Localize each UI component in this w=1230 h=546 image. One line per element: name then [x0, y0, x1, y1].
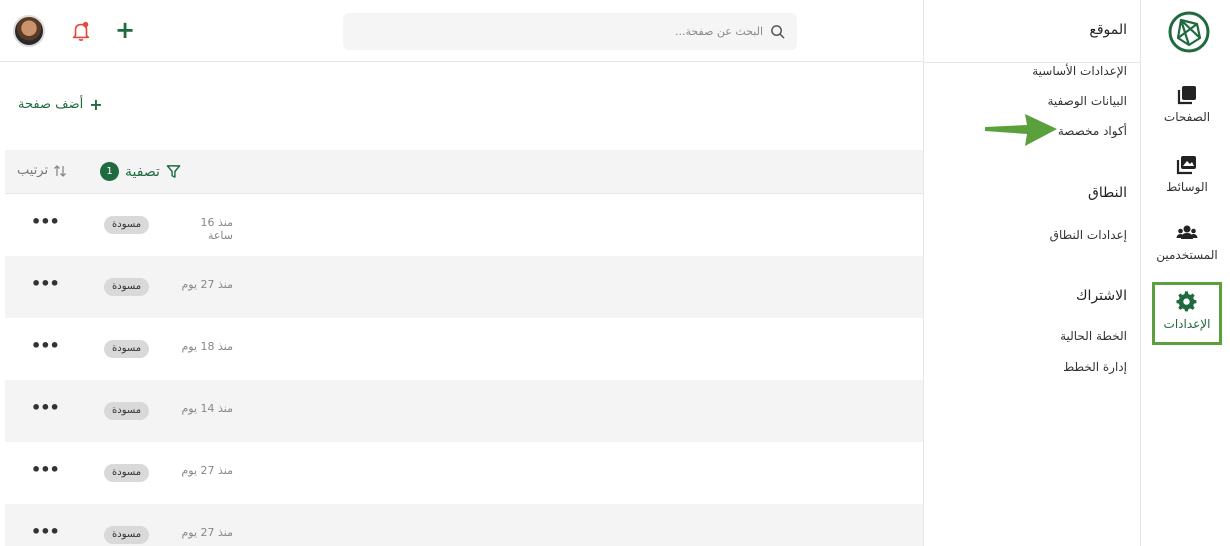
menu-link-manage-plans[interactable]: إدارة الخطط [1063, 360, 1127, 374]
sort-icon [54, 164, 67, 177]
menu-link-basic-settings[interactable]: الإعدادات الأساسية [1032, 64, 1127, 78]
menu-link-metadata[interactable]: البيانات الوصفية [1048, 94, 1128, 108]
icon-rail: الصفحات الوسائط المستخدمين الإعدادات [1140, 0, 1230, 546]
menu-link-domain-settings[interactable]: إعدادات النطاق [1050, 228, 1127, 242]
list-item[interactable]: ••• مسودة منذ 16 ساعة [5, 194, 923, 256]
plus-icon: + [89, 95, 103, 114]
rail-item-pages[interactable]: الصفحات [1153, 84, 1221, 146]
status-badge: مسودة [104, 464, 150, 482]
rail-item-users[interactable]: المستخدمين [1153, 222, 1221, 284]
updated-time: منذ 27 يوم [181, 526, 233, 539]
list-item[interactable]: ••• مسودة منذ 27 يوم [5, 504, 923, 546]
updated-time: منذ 14 يوم [181, 402, 233, 415]
more-options-icon[interactable]: ••• [31, 212, 60, 231]
top-bar: + [0, 0, 923, 62]
more-options-icon[interactable]: ••• [31, 336, 60, 355]
list-item[interactable]: ••• مسودة منذ 27 يوم [5, 256, 923, 318]
add-page-label: أضف صفحة [18, 97, 84, 112]
filter-count-badge: 1 [100, 162, 119, 181]
more-options-icon[interactable]: ••• [31, 522, 60, 541]
status-badge: مسودة [104, 216, 150, 234]
pointer-arrow-icon [985, 114, 1057, 146]
more-options-icon[interactable]: ••• [31, 398, 60, 417]
menu-heading-domain: النطاق [1088, 185, 1127, 201]
filter-button[interactable]: تصفية 1 [100, 162, 181, 181]
rail-item-label: الصفحات [1163, 110, 1211, 124]
search-icon [771, 25, 785, 39]
list-item[interactable]: ••• مسودة منذ 18 يوم [5, 318, 923, 380]
avatar[interactable] [13, 15, 45, 47]
rail-item-media[interactable]: الوسائط [1153, 154, 1221, 216]
rail-item-settings[interactable]: الإعدادات [1152, 282, 1222, 345]
search-box[interactable] [343, 13, 797, 50]
list-item[interactable]: ••• مسودة منذ 14 يوم [5, 380, 923, 442]
status-badge: مسودة [104, 340, 150, 358]
status-badge: مسودة [104, 278, 150, 296]
search-input[interactable] [363, 13, 763, 50]
sort-button[interactable]: ترتيب [17, 163, 67, 178]
gear-icon [1176, 291, 1197, 312]
filter-label: تصفية [125, 163, 160, 180]
updated-time: منذ 18 يوم [181, 340, 233, 353]
add-icon[interactable]: + [114, 18, 136, 42]
rail-item-label: الإعدادات [1163, 317, 1211, 331]
list-item[interactable]: ••• مسودة منذ 27 يوم [5, 442, 923, 504]
sort-label: ترتيب [17, 163, 49, 178]
menu-link-custom-code[interactable]: أكواد مخصصة [1058, 124, 1127, 138]
rail-item-label: الوسائط [1166, 180, 1208, 194]
menu-heading-subscription: الاشتراك [1076, 288, 1127, 304]
status-badge: مسودة [104, 526, 150, 544]
add-page-button[interactable]: + أضف صفحة [18, 95, 103, 114]
status-badge: مسودة [104, 402, 150, 420]
more-options-icon[interactable]: ••• [31, 274, 60, 293]
pages-icon [1177, 86, 1196, 105]
users-icon [1176, 225, 1198, 239]
updated-time: منذ 16 ساعة [200, 216, 233, 242]
rail-item-label: المستخدمين [1156, 248, 1218, 262]
logo-icon[interactable] [1167, 10, 1211, 54]
media-icon [1176, 156, 1196, 175]
more-options-icon[interactable]: ••• [31, 460, 60, 479]
notification-bell-icon[interactable] [70, 20, 92, 42]
main-content: + + أضف صفحة ترتيب تصفية 1 [0, 0, 923, 546]
updated-time: منذ 27 يوم [181, 464, 233, 477]
filter-icon [166, 165, 181, 178]
filter-bar: ترتيب تصفية 1 [5, 150, 923, 194]
menu-divider [924, 62, 1140, 63]
settings-menu: الموقع الإعدادات الأساسية البيانات الوصف… [923, 0, 1140, 546]
menu-link-current-plan[interactable]: الخطة الحالية [1060, 329, 1127, 343]
pages-list: ••• مسودة منذ 16 ساعة ••• مسودة منذ 27 ي… [5, 194, 923, 546]
menu-heading-site: الموقع [1089, 22, 1127, 38]
updated-time: منذ 27 يوم [181, 278, 233, 291]
